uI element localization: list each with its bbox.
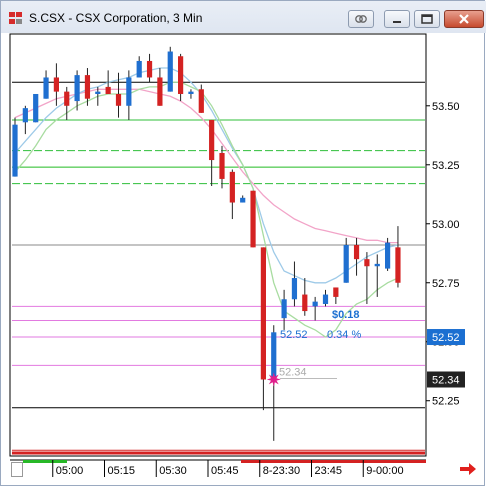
candle-body [250, 190, 256, 248]
candle-body [374, 263, 380, 267]
candle-body [115, 93, 122, 106]
candle-body [126, 77, 132, 106]
candle-body [281, 299, 287, 319]
x-tick-label: 05:00 [56, 465, 84, 477]
entry-price-label: 52.34 [279, 366, 307, 378]
y-tick-label: 53.50 [432, 101, 460, 113]
x-tick-label: 05:45 [211, 465, 239, 477]
x-tick-label: 9-00:00 [366, 465, 403, 477]
x-axis: 05:00 05:15 05:30 05:45 8-23:30 23:45 9-00:00 [10, 459, 426, 477]
scroll-left-button[interactable] [11, 462, 23, 477]
candle-body [157, 77, 163, 106]
candle-body [188, 91, 194, 94]
candle-body [291, 278, 298, 300]
candle-body [333, 287, 339, 297]
candle-body [364, 259, 370, 267]
candle-body [33, 93, 39, 123]
candle-body [167, 51, 173, 92]
change-dollar: $0.18 [332, 309, 360, 321]
change-percent: 0.34 % [327, 329, 361, 341]
price-label: 52.52 [432, 332, 460, 344]
x-tick-label: 05:15 [108, 465, 136, 477]
candle-body [198, 89, 204, 113]
y-tick-label: 53.25 [432, 160, 460, 172]
candle-body [209, 119, 215, 161]
candle-body [353, 245, 360, 260]
candle-body [43, 77, 49, 99]
chart-window: S.CSX - CSX Corporation, 3 Min 53.50 53.… [0, 0, 486, 487]
y-tick-label: 53.00 [432, 219, 460, 231]
candle-body [146, 60, 153, 78]
x-tick-label: 23:45 [315, 465, 343, 477]
candle-body [178, 56, 184, 94]
candle-body [64, 91, 70, 106]
price-chart[interactable]: 53.5053.2553.0052.7552.5052.2552.5252.34… [1, 1, 486, 487]
candle-body [229, 171, 235, 203]
scroll-right-arrow-icon[interactable] [459, 462, 477, 476]
candle-body [312, 301, 318, 307]
y-tick-label: 52.75 [432, 278, 460, 290]
candle-body [260, 247, 266, 380]
candle-body [95, 91, 101, 94]
session-green-bar [23, 460, 67, 463]
candle-body [136, 60, 142, 78]
y-axis: 53.5053.2553.0052.7552.5052.2552.5252.34 [426, 101, 465, 408]
candle-body [240, 197, 246, 203]
candle-body [74, 75, 80, 102]
y-tick-label: 52.25 [432, 396, 460, 408]
candle-body [302, 294, 308, 312]
candle-body [322, 294, 329, 304]
last-price-label: 52.52 [280, 329, 308, 341]
candle-body [385, 242, 391, 269]
candle-body [53, 77, 59, 92]
session-red-bar [241, 460, 426, 463]
candle-body [84, 75, 91, 99]
candle-body [271, 332, 277, 380]
candle-body [343, 245, 349, 283]
x-tick-label: 05:30 [159, 465, 187, 477]
candle-body [12, 124, 18, 177]
candle-body [395, 247, 401, 283]
x-tick-label: 8-23:30 [263, 465, 300, 477]
candle-body [105, 86, 111, 94]
candle-body [22, 108, 28, 123]
candle-body [219, 152, 225, 179]
price-label: 52.34 [432, 374, 460, 386]
